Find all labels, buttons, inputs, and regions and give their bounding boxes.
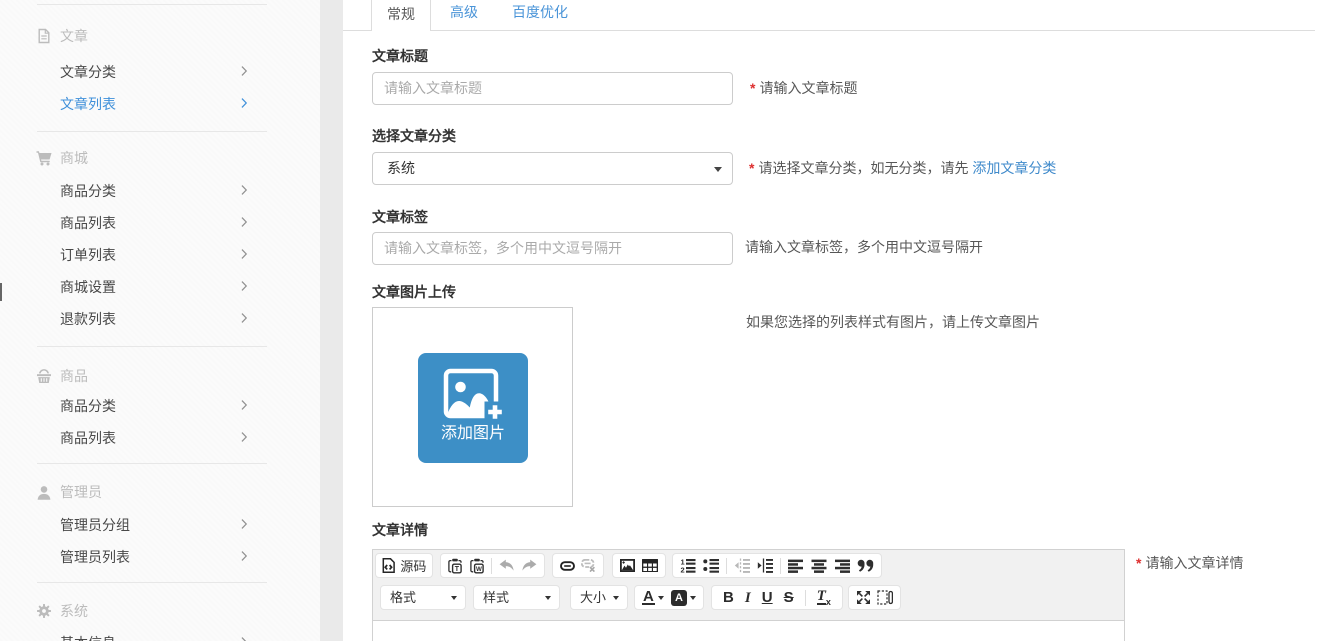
svg-text:2: 2 — [681, 566, 685, 574]
svg-text:W: W — [476, 566, 482, 573]
svg-text:T: T — [455, 566, 460, 573]
